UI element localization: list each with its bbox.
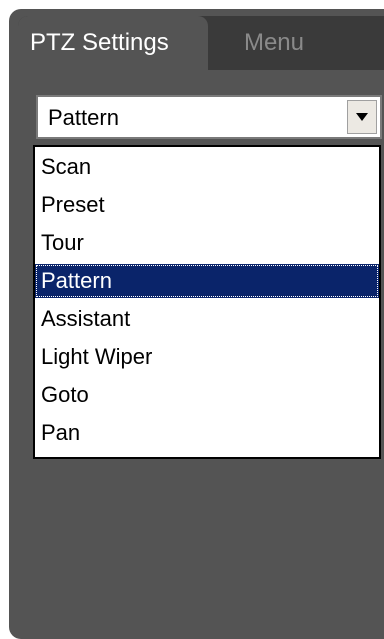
option-pan[interactable]: Pan (35, 416, 379, 450)
option-scan[interactable]: Scan (35, 150, 379, 184)
option-preset[interactable]: Preset (35, 188, 379, 222)
chevron-down-icon (356, 113, 368, 121)
dropdown-arrow-button[interactable] (347, 100, 377, 134)
option-assistant[interactable]: Assistant (35, 302, 379, 336)
option-goto[interactable]: Goto (35, 378, 379, 412)
dropdown-options-list[interactable]: Scan Preset Tour Pattern Assistant Light… (33, 145, 381, 459)
tab-bar: PTZ Settings Menu (18, 16, 384, 70)
option-pattern[interactable]: Pattern (35, 264, 379, 298)
option-tour[interactable]: Tour (35, 226, 379, 260)
tab-menu[interactable]: Menu (224, 16, 324, 70)
tab-ptz-settings[interactable]: PTZ Settings (18, 16, 208, 70)
option-light-wiper[interactable]: Light Wiper (35, 340, 379, 374)
ptz-function-dropdown[interactable]: Pattern (36, 95, 382, 139)
dropdown-selected-value: Pattern (48, 105, 119, 130)
ptz-panel: PTZ Settings Menu Pattern Scan Preset To… (0, 0, 384, 639)
